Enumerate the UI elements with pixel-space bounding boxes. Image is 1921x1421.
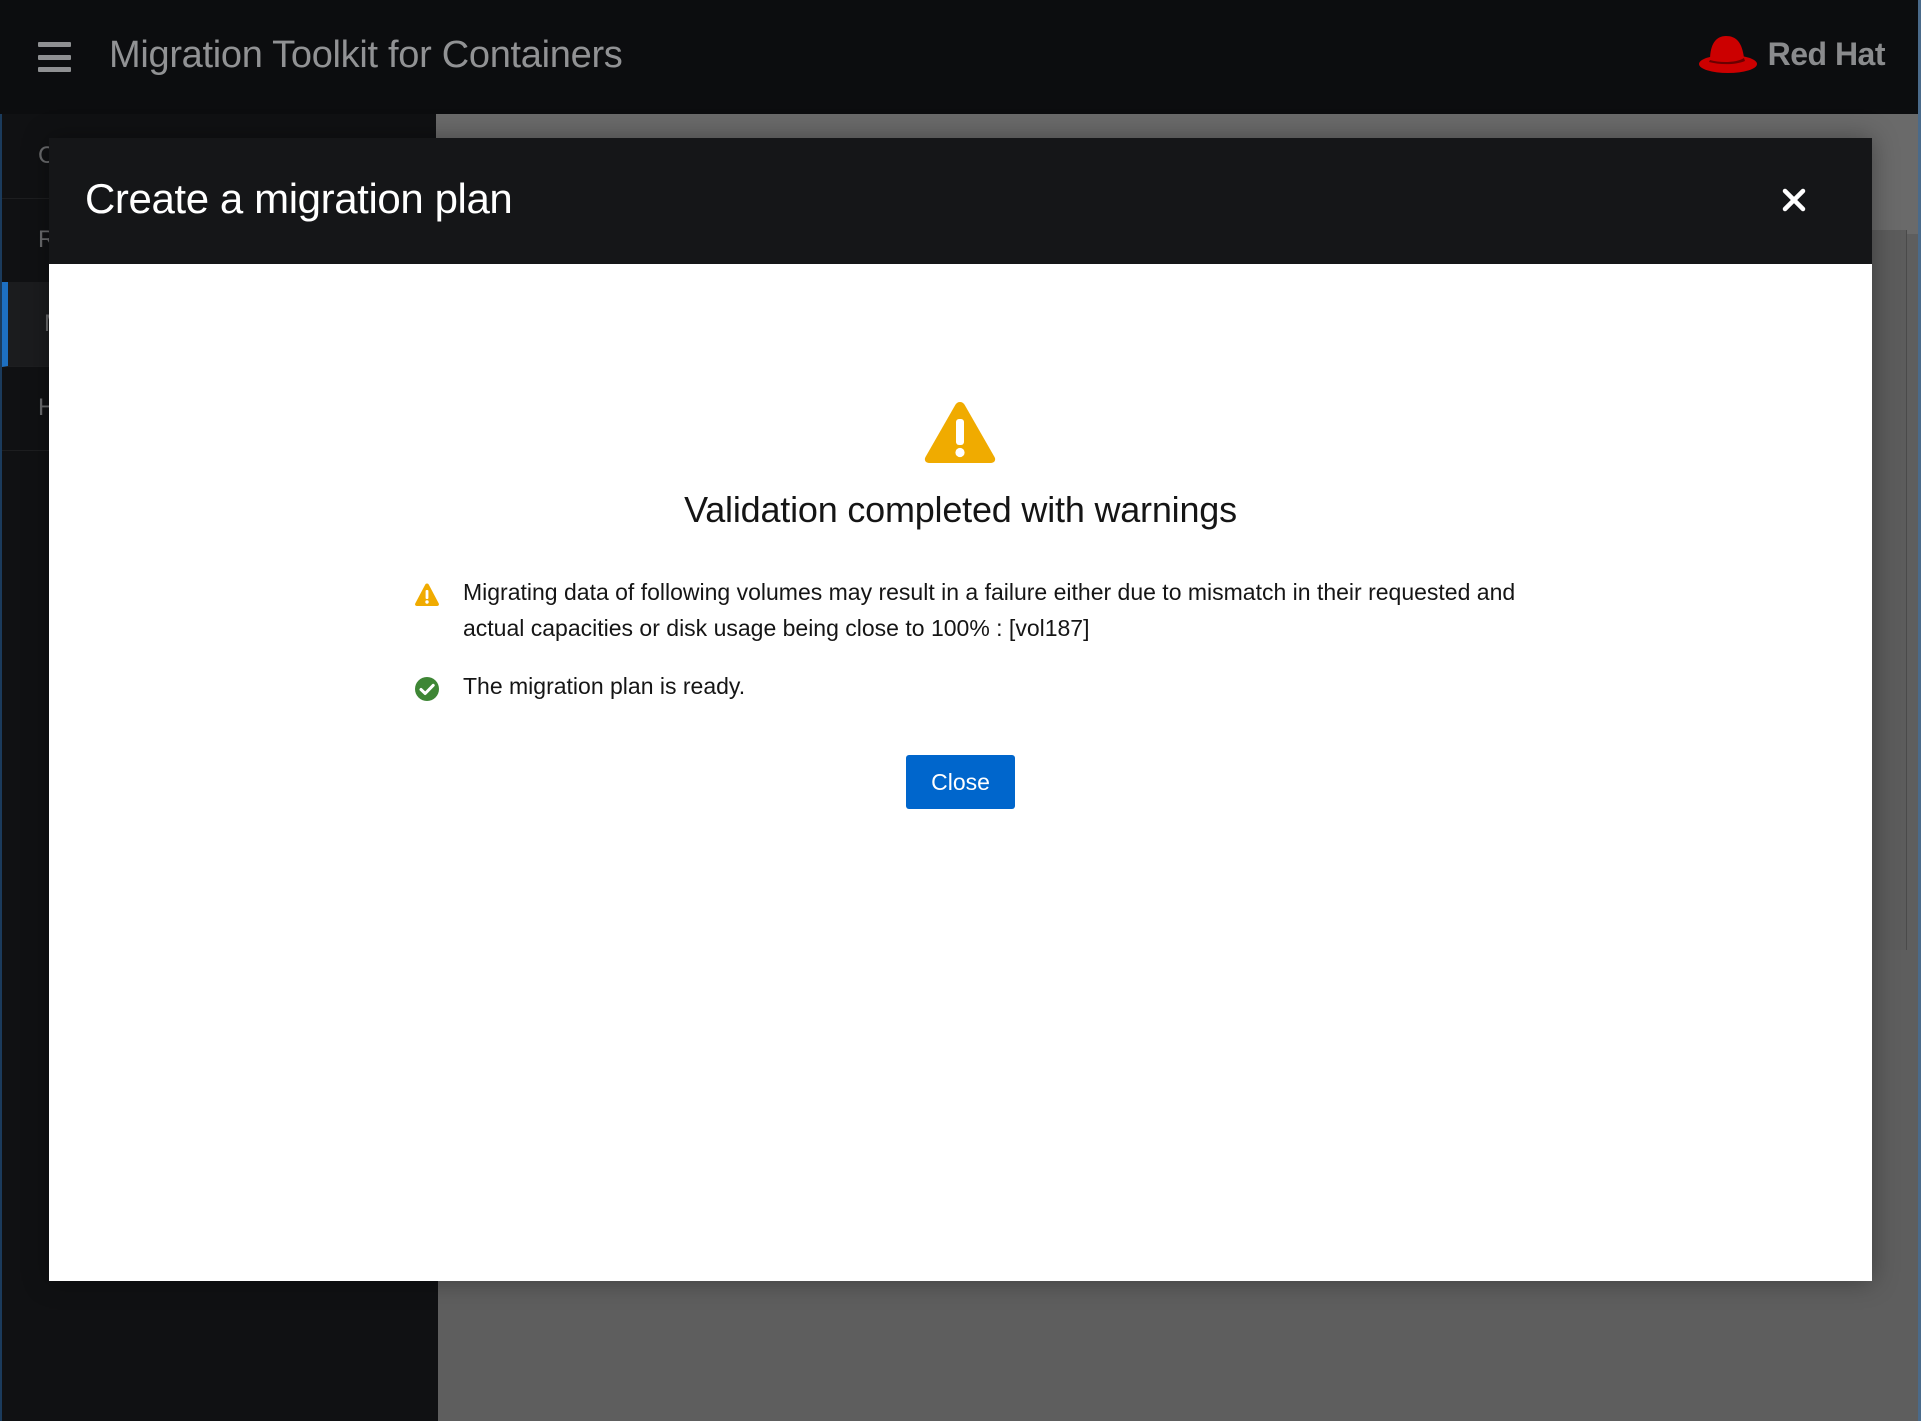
- validation-result-title: Validation completed with warnings: [684, 489, 1237, 530]
- validation-messages: Migrating data of following volumes may …: [414, 574, 1574, 704]
- modal-body: Validation completed with warnings Migra…: [49, 264, 1872, 1281]
- red-hat-fedora-logo: [1698, 36, 1757, 73]
- modal-header: Create a migration plan: [49, 138, 1872, 264]
- close-icon[interactable]: [1776, 182, 1812, 218]
- create-migration-plan-modal: Create a migration plan Validation compl…: [49, 138, 1872, 1281]
- app-title: Migration Toolkit for Containers: [109, 34, 623, 76]
- modal-title: Create a migration plan: [85, 175, 513, 222]
- warning-icon: [415, 583, 439, 606]
- validation-message-warning: Migrating data of following volumes may …: [414, 574, 1574, 646]
- content-card-backdrop: [1870, 230, 1907, 950]
- close-button[interactable]: Close: [906, 755, 1015, 809]
- hamburger-menu-icon[interactable]: [38, 42, 71, 72]
- masthead: Migration Toolkit for Containers Red Hat: [0, 0, 1921, 114]
- warning-message-text: Migrating data of following volumes may …: [463, 579, 1516, 641]
- success-message-text: The migration plan is ready.: [463, 673, 746, 699]
- brand-name: Red Hat: [1767, 35, 1886, 72]
- check-circle-icon: [415, 677, 439, 701]
- validation-message-success: The migration plan is ready.: [414, 668, 1574, 704]
- brand-logo[interactable]: Red Hat: [1698, 30, 1886, 78]
- warning-triangle-icon: [924, 402, 996, 463]
